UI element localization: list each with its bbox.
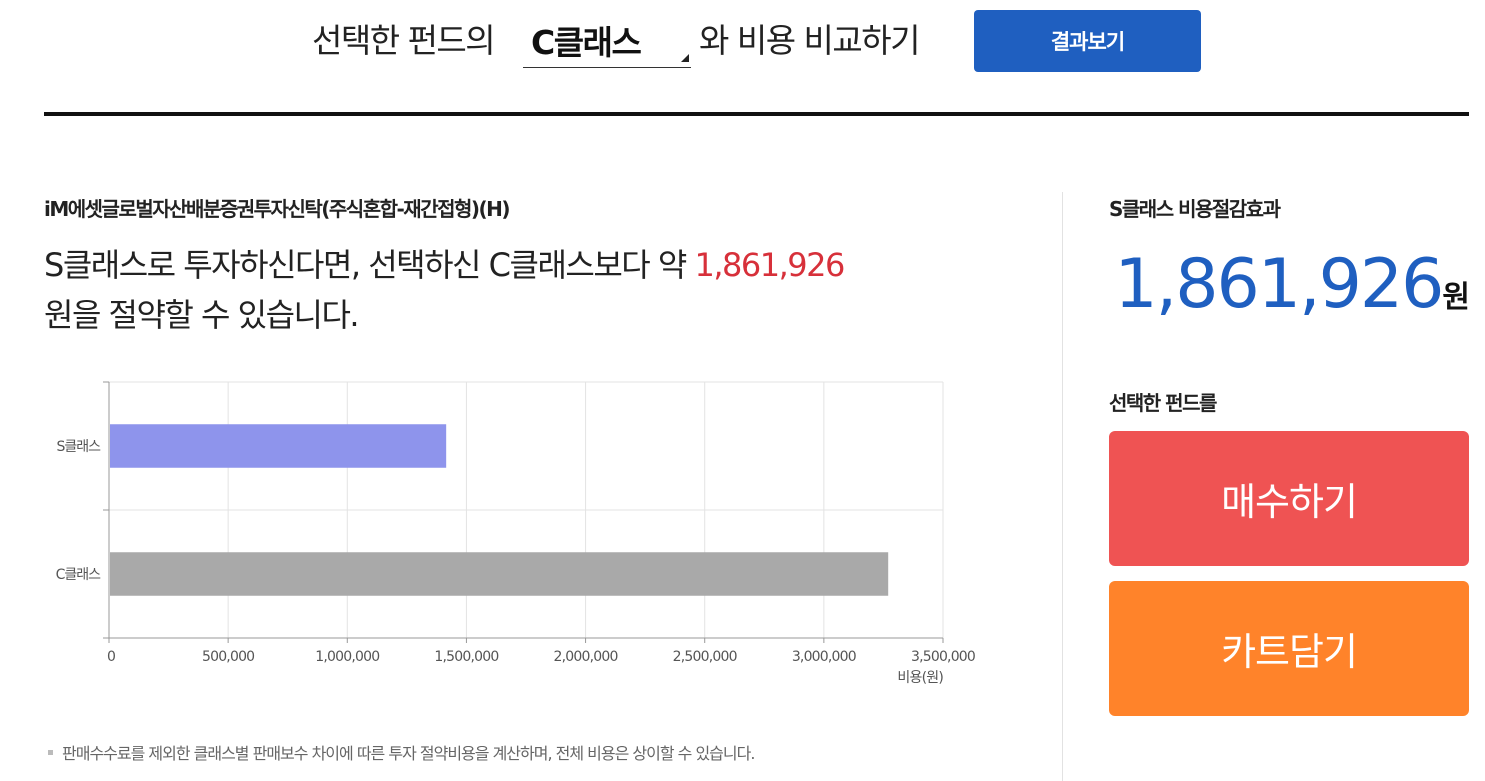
x-tick-label: 0 — [107, 649, 115, 665]
x-tick-label: 2,500,000 — [673, 649, 737, 665]
saving-message-after: 원을 절약할 수 있습니다. — [44, 296, 360, 334]
cost-comparison-chart: S클래스 C클래스 0 500,000 1,000,000 1,500,000 2,000,… — [56, 381, 976, 686]
saving-message: S클래스로 투자하신다면, 선택하신 C클래스보다 약 1,861,926 원을 … — [44, 240, 964, 340]
effect-amount-number: 1,861,926 — [1114, 245, 1444, 324]
x-tick-label: 2,000,000 — [554, 649, 618, 665]
effect-amount: 1,861,926원 — [1114, 245, 1470, 324]
x-tick-label: 500,000 — [202, 649, 254, 665]
x-tick-label: 3,000,000 — [792, 649, 856, 665]
bar-s-class — [110, 424, 447, 468]
bar-c-class — [110, 552, 889, 596]
fund-name: iM에셋글로벌자산배분증권투자신탁(주식혼합-재간접형)(H) — [44, 197, 511, 221]
effect-amount-unit: 원 — [1442, 280, 1470, 315]
saving-message-before: S클래스로 투자하신다면, 선택하신 C클래스보다 약 — [44, 246, 687, 284]
footnote-text: 판매수수료를 제외한 클래스별 판매보수 차이에 따른 투자 절약비용을 계산하… — [62, 744, 755, 763]
footnote: 판매수수료를 제외한 클래스별 판매보수 차이에 따른 투자 절약비용을 계산하… — [48, 740, 755, 764]
dropdown-arrow-icon — [681, 54, 689, 62]
bullet-icon — [48, 750, 53, 755]
x-tick-label: 1,000,000 — [315, 649, 379, 665]
compare-suffix: 와 비용 비교하기 — [699, 21, 921, 60]
class-select-dropdown[interactable]: C클래스 — [523, 10, 691, 68]
saving-amount-highlight: 1,861,926 — [694, 246, 846, 284]
buy-button[interactable]: 매수하기 — [1109, 431, 1469, 566]
compare-prefix: 선택한 펀드의 — [312, 21, 496, 60]
add-to-cart-button[interactable]: 카트담기 — [1109, 581, 1469, 716]
x-axis-label: 비용(원) — [897, 670, 943, 686]
x-tick-label: 3,500,000 — [911, 649, 975, 665]
compare-bar: 선택한 펀드의 C클래스 와 비용 비교하기 결과보기 — [0, 0, 1485, 84]
panel-divider — [1062, 192, 1063, 781]
section-divider — [44, 112, 1469, 116]
view-result-button[interactable]: 결과보기 — [974, 10, 1201, 72]
y-tick-label: S클래스 — [56, 439, 101, 455]
effect-title: S클래스 비용절감효과 — [1109, 197, 1281, 221]
x-tick-label: 1,500,000 — [434, 649, 498, 665]
actions-label: 선택한 펀드를 — [1109, 391, 1217, 415]
y-tick-label: C클래스 — [56, 567, 102, 583]
class-select-value: C클래스 — [531, 23, 642, 62]
